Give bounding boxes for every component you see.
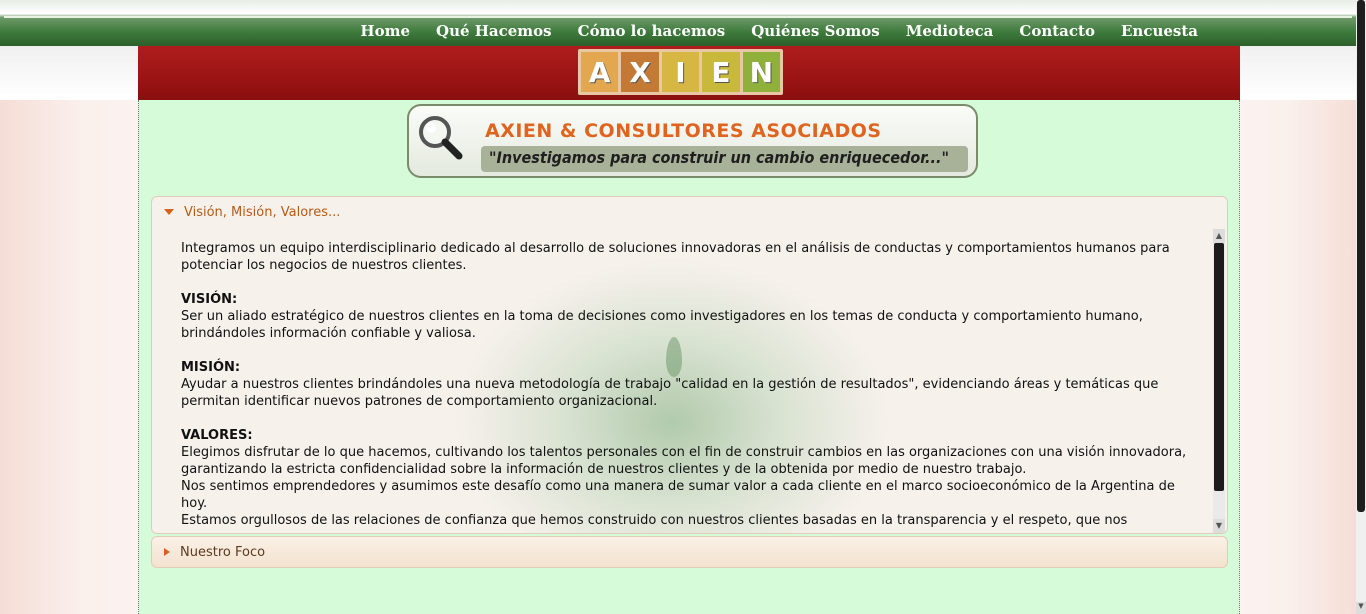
section-scrollbar[interactable]: ▲ ▼: [1213, 229, 1225, 533]
accordion-header-foco[interactable]: Nuestro Foco: [152, 537, 1227, 567]
accordion-title: Visión, Misión, Valores...: [184, 204, 341, 220]
vision-block: VISIÓN: Ser un aliado estratégico de nue…: [181, 291, 1191, 342]
valores-text-1: Elegimos disfrutar de lo que hacemos, cu…: [181, 445, 1187, 477]
right-side-gradient: [1240, 100, 1358, 614]
logo-letter: I: [661, 52, 700, 92]
logo-letter: E: [702, 52, 740, 92]
valores-text-2: Nos sentimos emprendedores y asumimos es…: [181, 479, 1175, 511]
logo-letter: A: [581, 52, 619, 92]
nav-como-lo-hacemos[interactable]: Cómo lo hacemos: [565, 20, 739, 42]
accordion-title: Nuestro Foco: [180, 544, 266, 560]
mision-label: MISIÓN:: [181, 360, 241, 375]
valores-text-3: Estamos orgullosos de las relaciones de …: [181, 513, 1128, 528]
scroll-thumb[interactable]: [1214, 243, 1224, 491]
accordion-body: Integramos un equipo interdisciplinario …: [152, 227, 1227, 533]
main-content: AXIEN & CONSULTORES ASOCIADOS "Investiga…: [138, 100, 1240, 614]
mision-text: Ayudar a nuestros clientes brindándoles …: [181, 377, 1159, 409]
nav-quienes-somos[interactable]: Quiénes Somos: [738, 20, 893, 42]
nav-contacto[interactable]: Contacto: [1006, 20, 1108, 42]
company-name: AXIEN & CONSULTORES ASOCIADOS: [485, 120, 882, 142]
logo-letter: X: [621, 52, 659, 92]
window-scroll-thumb[interactable]: [1357, 0, 1365, 512]
nav-que-hacemos[interactable]: Qué Hacemos: [423, 20, 565, 42]
company-slogan: "Investigamos para construir un cambio e…: [489, 148, 949, 167]
caret-right-icon: [164, 548, 170, 556]
section-text: Integramos un equipo interdisciplinario …: [181, 240, 1191, 533]
nav-medioteca[interactable]: Medioteca: [893, 20, 1007, 42]
left-side-gradient: [0, 100, 138, 614]
nav-encuesta[interactable]: Encuesta: [1108, 20, 1211, 42]
intro-paragraph: Integramos un equipo interdisciplinario …: [181, 241, 1170, 273]
company-banner: AXIEN & CONSULTORES ASOCIADOS "Investiga…: [407, 104, 978, 178]
vision-label: VISIÓN:: [181, 292, 238, 307]
mision-block: MISIÓN: Ayudar a nuestros clientes brind…: [181, 359, 1191, 410]
logo-letter: N: [742, 52, 781, 92]
scroll-down-icon[interactable]: ▼: [1213, 519, 1225, 533]
window-scrollbar[interactable]: ▼: [1356, 0, 1366, 614]
navbar-highlight: [4, 16, 1352, 18]
main-nav: Home Qué Hacemos Cómo lo hacemos Quiénes…: [347, 20, 1211, 42]
accordion-section-foco: Nuestro Foco: [151, 536, 1228, 568]
nav-home[interactable]: Home: [347, 20, 423, 42]
valores-block: VALORES: Elegimos disfrutar de lo que ha…: [181, 427, 1191, 529]
window-scroll-down-icon[interactable]: ▼: [1356, 602, 1366, 614]
scroll-up-icon[interactable]: ▲: [1213, 229, 1225, 243]
top-navbar: Home Qué Hacemos Cómo lo hacemos Quiénes…: [0, 0, 1356, 46]
magnifier-icon: [419, 116, 463, 160]
axien-logo[interactable]: A X I E N: [578, 49, 783, 95]
caret-down-icon: [164, 209, 174, 215]
accordion-section-vision: Visión, Misión, Valores... Integramos un…: [151, 196, 1228, 534]
accordion-header-vision[interactable]: Visión, Misión, Valores...: [152, 197, 1227, 227]
vision-text: Ser un aliado estratégico de nuestros cl…: [181, 309, 1143, 341]
site-header: A X I E N: [138, 46, 1240, 100]
valores-label: VALORES:: [181, 428, 253, 443]
